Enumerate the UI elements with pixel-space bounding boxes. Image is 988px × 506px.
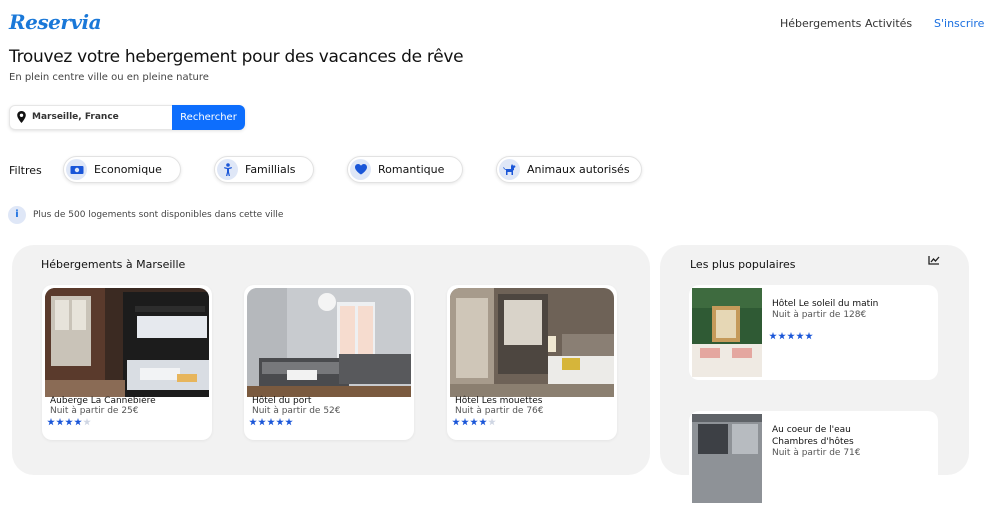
star-icon: [805, 332, 813, 340]
star-icon: [796, 332, 804, 340]
search-input[interactable]: [32, 109, 172, 125]
accommodation-card[interactable]: Hôtel Les mouettes Nuit à partir de 76€: [447, 285, 617, 440]
hotel-photo: [45, 288, 209, 397]
star-icon: [452, 418, 460, 426]
star-icon: [479, 418, 487, 426]
star-icon: [778, 332, 786, 340]
card-price: Nuit à partir de 128€: [772, 310, 867, 320]
dog-icon: [499, 159, 520, 180]
card-price: Nuit à partir de 25€: [50, 406, 139, 416]
availability-text: Plus de 500 logements sont disponibles d…: [33, 210, 284, 220]
page-subtitle: En plein centre ville ou en pleine natur…: [9, 72, 209, 83]
card-name: Hôtel Les mouettes: [455, 396, 543, 406]
star-icon: [267, 418, 275, 426]
filter-economique[interactable]: Economique: [63, 156, 181, 183]
heart-icon: [350, 159, 371, 180]
hotel-photo: [450, 288, 614, 397]
map-pin-icon: [17, 111, 26, 123]
star-icon: [56, 418, 64, 426]
star-icon: [285, 418, 293, 426]
hotel-photo: [692, 414, 762, 503]
card-name: Au coeur de l'eau Chambres d'hôtes: [772, 425, 854, 447]
money-icon: [66, 159, 87, 180]
star-icon: [769, 332, 777, 340]
star-icon: [47, 418, 55, 426]
star-icon: [83, 418, 91, 426]
rating-stars: [769, 332, 813, 340]
info-icon: i: [8, 206, 26, 224]
star-icon: [488, 418, 496, 426]
star-icon: [249, 418, 257, 426]
star-icon: [276, 418, 284, 426]
filter-label: Animaux autorisés: [527, 163, 630, 176]
accommodation-card[interactable]: Auberge La Cannebière Nuit à partir de 2…: [42, 285, 212, 440]
page-title: Trouvez votre hebergement pour des vacan…: [9, 47, 464, 67]
nav-hebergements[interactable]: Hébergements: [780, 17, 861, 30]
filter-animaux[interactable]: Animaux autorisés: [496, 156, 642, 183]
accommodations-section: Hébergements à Marseille Auberge La Cann…: [12, 245, 650, 475]
filter-label: Famillials: [245, 163, 296, 176]
rating-stars: [452, 418, 496, 426]
filter-label: Romantique: [378, 163, 445, 176]
card-name: Hôtel du port: [252, 396, 312, 406]
filter-romantique[interactable]: Romantique: [347, 156, 463, 183]
star-icon: [787, 332, 795, 340]
popular-section: Les plus populaires Hôtel Le soleil du m…: [660, 245, 969, 506]
child-icon: [217, 159, 238, 180]
card-price: Nuit à partir de 71€: [772, 448, 861, 458]
logo[interactable]: Reservia: [9, 10, 102, 34]
star-icon: [470, 418, 478, 426]
search-button[interactable]: Rechercher: [172, 105, 245, 130]
hotel-photo: [247, 288, 411, 397]
rating-stars: [249, 418, 293, 426]
accommodation-card[interactable]: Hôtel du port Nuit à partir de 52€: [244, 285, 414, 440]
star-icon: [65, 418, 73, 426]
search-bar: Rechercher: [9, 105, 245, 130]
filters-label: Filtres: [9, 164, 42, 177]
card-price: Nuit à partir de 52€: [252, 406, 341, 416]
hotel-photo: [692, 288, 762, 377]
nav-activites[interactable]: Activités: [865, 17, 912, 30]
rating-stars: [47, 418, 91, 426]
filter-label: Economique: [94, 163, 162, 176]
star-icon: [74, 418, 82, 426]
card-name: Hôtel Le soleil du matin: [772, 299, 879, 309]
section-title: Les plus populaires: [690, 258, 796, 271]
section-title: Hébergements à Marseille: [41, 258, 186, 271]
star-icon: [258, 418, 266, 426]
filter-familliaux[interactable]: Famillials: [214, 156, 314, 183]
star-icon: [461, 418, 469, 426]
signup-link[interactable]: S'inscrire: [934, 17, 984, 30]
card-name: Auberge La Cannebière: [50, 396, 156, 406]
popular-card[interactable]: Au coeur de l'eau Chambres d'hôtes Nuit …: [689, 411, 938, 506]
card-price: Nuit à partir de 76€: [455, 406, 544, 416]
trending-chart-icon[interactable]: [928, 255, 940, 265]
popular-card[interactable]: Hôtel Le soleil du matin Nuit à partir d…: [689, 285, 938, 380]
